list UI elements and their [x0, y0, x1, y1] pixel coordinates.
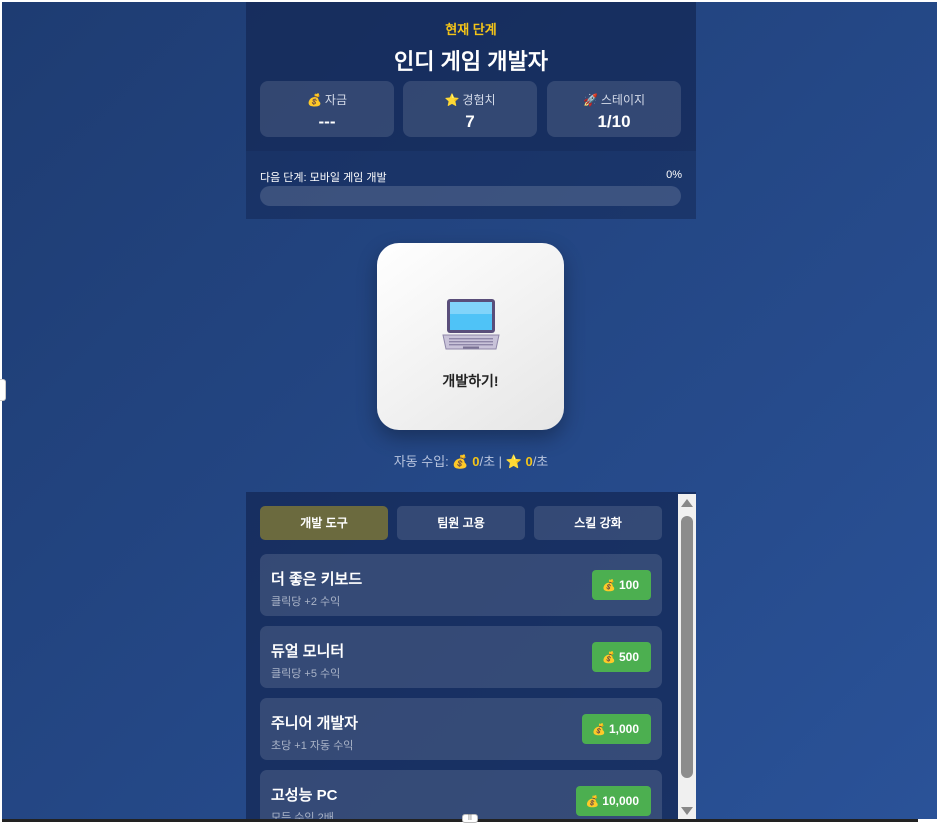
money-bag-icon: 💰	[602, 652, 616, 664]
item-desc: 모든 수익 2배	[271, 812, 334, 819]
progress-percent: 0%	[666, 169, 682, 181]
side-panel-handle[interactable]	[0, 379, 6, 401]
item-name: 더 좋은 키보드	[271, 571, 363, 588]
stat-stage: 🚀 스테이지 1/10	[547, 81, 681, 137]
buy-price: 1,000	[608, 722, 639, 736]
buy-price: 10,000	[602, 794, 639, 808]
resize-grip-icon[interactable]: ⠿	[462, 814, 478, 823]
shop-panel: 개발 도구 팀원 고용 스킬 강화 더 좋은 키보드 클릭당 +2 수익 💰 10…	[246, 492, 696, 819]
star-icon: ⭐	[505, 454, 522, 469]
buy-button[interactable]: 💰 100	[592, 570, 651, 600]
list-item: 주니어 개발자 초당 +1 자동 수익 💰 1,000	[260, 698, 662, 760]
stat-stage-value: 1/10	[597, 112, 631, 131]
star-icon: ⭐	[444, 93, 460, 107]
rocket-icon: 🚀	[582, 93, 598, 107]
stat-exp-value: 7	[465, 112, 475, 131]
item-name: 주니어 개발자	[271, 715, 358, 732]
stat-stage-label: 스테이지	[600, 93, 646, 107]
buy-button[interactable]: 💰 1,000	[582, 714, 651, 744]
item-desc: 클릭당 +2 수익	[271, 596, 341, 608]
item-desc: 클릭당 +5 수익	[271, 668, 341, 680]
buy-button[interactable]: 💰 500	[592, 642, 651, 672]
money-bag-icon: 💰	[452, 454, 469, 469]
stage-title: 인디 게임 개발자	[394, 49, 548, 74]
stat-money-value: ---	[318, 112, 336, 131]
scroll-up-arrow-icon[interactable]	[681, 499, 693, 507]
item-name: 고성능 PC	[271, 787, 338, 804]
shop-scrollbar[interactable]	[678, 494, 696, 819]
item-name: 듀얼 모니터	[271, 643, 345, 660]
item-desc: 초당 +1 자동 수익	[271, 740, 354, 752]
money-bag-icon: 💰	[592, 724, 606, 736]
bottom-divider	[2, 819, 918, 822]
progress-panel: 다음 단계: 모바일 게임 개발 0%	[246, 151, 696, 219]
auto-income-money-unit: /초 |	[479, 454, 506, 469]
buy-price: 100	[618, 578, 639, 592]
buy-button[interactable]: 💰 10,000	[575, 786, 651, 816]
money-bag-icon: 💰	[306, 93, 322, 107]
develop-button[interactable]: 개발하기!	[377, 243, 564, 430]
list-item: 듀얼 모니터 클릭당 +5 수익 💰 500	[260, 626, 662, 688]
stat-money: 💰 자금 ---	[260, 81, 394, 137]
stage-caption: 현재 단계	[445, 22, 497, 37]
stat-exp: ⭐ 경험치 7	[403, 81, 537, 137]
laptop-icon	[442, 299, 500, 350]
scroll-thumb[interactable]	[681, 516, 693, 778]
list-item: 더 좋은 키보드 클릭당 +2 수익 💰 100	[260, 554, 662, 616]
progress-bar	[260, 186, 681, 206]
stat-money-label: 자금	[324, 93, 348, 107]
stat-exp-label: 경험치	[462, 93, 496, 107]
auto-income: 자동 수입: 💰 0/초 | ⭐ 0/초	[246, 451, 696, 470]
buy-price: 500	[618, 650, 639, 664]
tab-hire-team[interactable]: 팀원 고용	[397, 506, 525, 540]
stage-panel: 현재 단계 인디 게임 개발자 💰 자금 --- ⭐ 경험치 7 🚀 스테이지 1/1…	[246, 2, 696, 151]
money-bag-icon: 💰	[585, 796, 600, 808]
game-viewport: 현재 단계 인디 게임 개발자 💰 자금 --- ⭐ 경험치 7 🚀 스테이지 1/1…	[2, 2, 937, 819]
develop-button-label: 개발하기!	[442, 373, 499, 389]
auto-income-prefix: 자동 수입:	[393, 454, 453, 469]
tab-dev-tools[interactable]: 개발 도구	[260, 506, 388, 540]
auto-income-exp: 0	[525, 454, 533, 469]
scroll-down-arrow-icon[interactable]	[681, 807, 693, 815]
tab-skill-upgrade[interactable]: 스킬 강화	[534, 506, 662, 540]
list-item: 고성능 PC 모든 수익 2배 💰 10,000	[260, 770, 662, 819]
auto-income-exp-unit: /초	[532, 454, 549, 469]
money-bag-icon: 💰	[602, 580, 616, 592]
progress-label: 다음 단계: 모바일 게임 개발	[260, 172, 387, 184]
